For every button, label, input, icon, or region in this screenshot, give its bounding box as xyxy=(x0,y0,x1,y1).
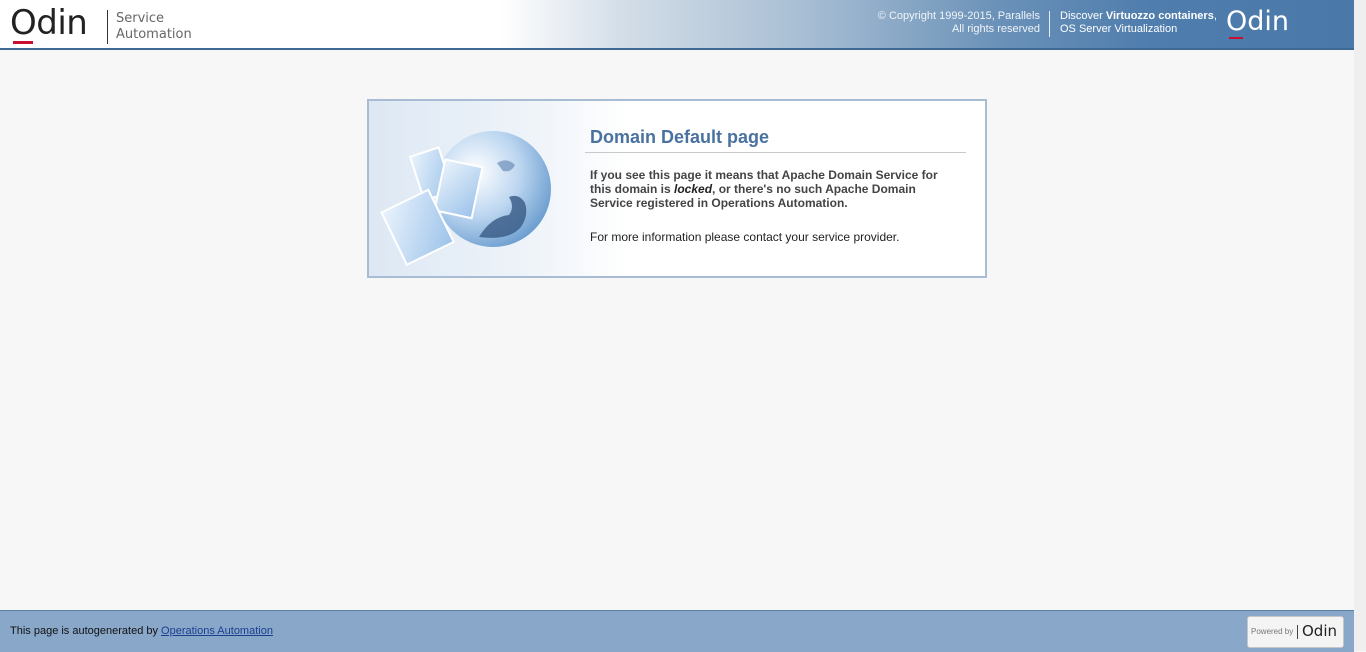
logo-subtitle: Service Automation xyxy=(116,11,192,43)
logo-divider xyxy=(107,10,108,44)
locked-message: If you see this page it means that Apach… xyxy=(590,168,950,210)
domain-default-card: Domain Default page If you see this page… xyxy=(367,99,987,278)
operations-automation-link[interactable]: Operations Automation xyxy=(161,625,273,637)
logo-subtitle-line2: Automation xyxy=(116,27,192,42)
page-title: Domain Default page xyxy=(590,127,770,147)
powered-by-label: Powered by xyxy=(1251,627,1294,636)
discover-suffix: , xyxy=(1213,10,1217,22)
powered-divider xyxy=(1297,625,1298,639)
title-divider xyxy=(585,152,966,153)
discover-line2: OS Server Virtualization xyxy=(1060,23,1178,35)
powered-odin-logo: Odin xyxy=(1302,622,1338,640)
logo-subtitle-line1: Service xyxy=(116,11,165,26)
footer-note: This page is autogenerated by Operations… xyxy=(10,625,273,637)
discover-line1: Discover Virtuozzo containers, xyxy=(1060,10,1217,23)
discover-prefix: Discover xyxy=(1060,10,1106,22)
vertical-scrollbar[interactable] xyxy=(1354,0,1366,651)
logo-accent-underline xyxy=(13,41,33,44)
odin-header-logo: Odin xyxy=(1226,6,1290,37)
footer-note-text: This page is autogenerated by xyxy=(10,625,162,637)
copyright-notice: © Copyright 1999-2015, Parallels All rig… xyxy=(878,10,1040,36)
powered-by-odin-badge[interactable]: Powered by Odin xyxy=(1247,616,1344,648)
discover-product: Virtuozzo containers xyxy=(1105,10,1214,22)
copyright-line2: All rights reserved xyxy=(951,23,1040,35)
header-bar: Odin Service Automation © Copyright 1999… xyxy=(0,0,1354,50)
odin-header-logo-underline xyxy=(1229,37,1243,39)
discover-virtuozzo-promo[interactable]: Discover Virtuozzo containers, OS Server… xyxy=(1060,10,1217,36)
header-divider xyxy=(1049,11,1050,37)
contact-provider-message: For more information please contact your… xyxy=(590,230,900,244)
footer-bar: This page is autogenerated by Operations… xyxy=(0,610,1354,652)
locked-word: locked xyxy=(674,182,713,196)
copyright-line1: © Copyright 1999-2015, Parallels xyxy=(877,10,1040,22)
logo-wordmark: Odin xyxy=(10,3,88,43)
